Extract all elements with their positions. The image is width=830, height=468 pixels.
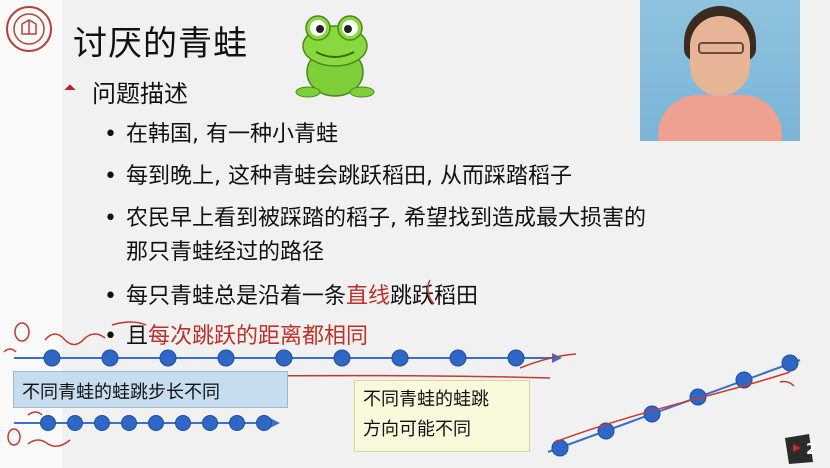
callout-direction-line1: 不同青蛙的蛙跳 [363, 389, 489, 410]
frog-jump-point [202, 415, 218, 431]
frog-jump-point [101, 349, 119, 367]
callout-direction-line2: 方向可能不同 [363, 419, 471, 440]
frog-jump-point [94, 415, 110, 431]
frog-jump-point [391, 349, 409, 367]
frog-jump-point [256, 415, 272, 431]
frog-jump-point [781, 354, 799, 372]
frog-jump-point [148, 415, 164, 431]
frog-path-diagonal [547, 359, 801, 453]
frog-jump-points-top [43, 349, 525, 367]
frog-jump-point [67, 415, 83, 431]
slide: 讨厌的青蛙 问题描述 • 在韩国, 有一种小青蛙 • 每到晚上, 这种青蛙会跳跃稻田… [0, 0, 830, 468]
frog-jump-point [507, 349, 525, 367]
frog-jump-point [551, 439, 569, 457]
frog-jump-point [449, 349, 467, 367]
frog-jump-point [40, 415, 56, 431]
frog-jump-point [175, 415, 191, 431]
callout-direction: 不同青蛙的蛙跳 方向可能不同 [354, 380, 530, 452]
callout-step-length: 不同青蛙的蛙跳步长不同 [13, 371, 288, 408]
frog-jump-point [597, 422, 615, 440]
frog-jump-point [159, 349, 177, 367]
frog-jump-point [275, 349, 293, 367]
frog-jump-point [229, 415, 245, 431]
frog-jump-point [643, 405, 661, 423]
frog-jump-point [217, 349, 235, 367]
frog-jump-point [43, 349, 61, 367]
frog-jump-points-bottom [40, 415, 272, 431]
frog-jump-point [333, 349, 351, 367]
page-number: 2 [806, 440, 817, 458]
frog-jump-point [121, 415, 137, 431]
